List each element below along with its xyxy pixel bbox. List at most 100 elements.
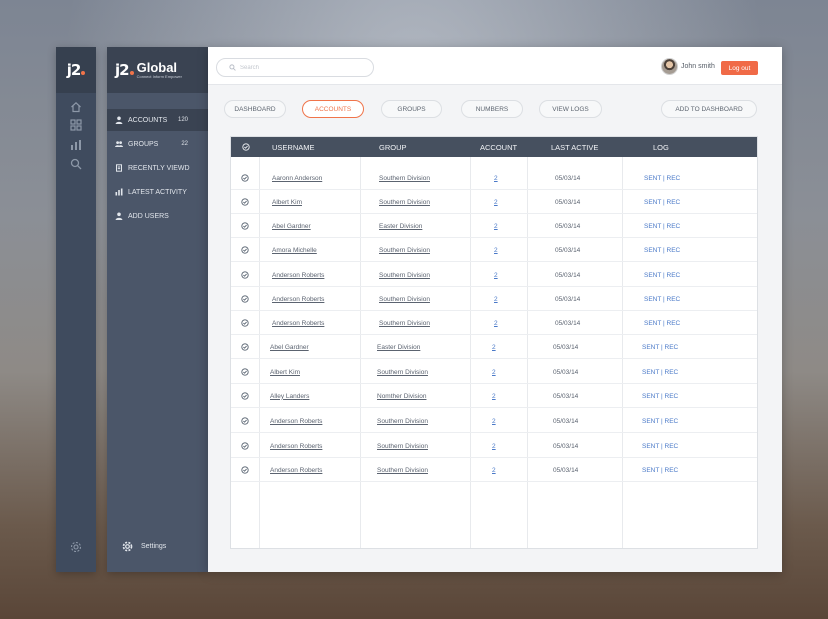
table-row[interactable]: Albert Kim Southern Division 2 05/03/14 SENT… <box>231 360 757 384</box>
group-link[interactable]: Easter Division <box>379 214 422 238</box>
column-header-log[interactable]: LOG <box>653 137 669 157</box>
username-link[interactable]: Anderson Roberts <box>272 287 324 311</box>
log-link[interactable]: SENT | REC <box>644 287 680 311</box>
rail-logo[interactable]: j2 <box>56 47 96 93</box>
row-checkbox[interactable] <box>241 335 249 359</box>
account-link[interactable]: 2 <box>492 458 496 482</box>
group-link[interactable]: Southern Division <box>377 409 428 433</box>
table-row[interactable]: Abel Gardner Easter Division 2 05/03/14 SENT… <box>231 335 757 359</box>
group-link[interactable]: Southern Division <box>379 238 430 262</box>
log-link[interactable]: SENT | REC <box>644 190 680 214</box>
table-row[interactable]: Anderson Roberts Southern Division 2 05/03/… <box>231 311 757 335</box>
table-row[interactable]: Anderson Roberts Southern Division 2 05/03/… <box>231 287 757 311</box>
bar-chart-icon[interactable] <box>68 137 84 153</box>
username-link[interactable]: Albert Kim <box>272 190 302 214</box>
home-icon[interactable] <box>68 99 84 115</box>
account-link[interactable]: 2 <box>492 384 496 408</box>
sidebar-item-accounts[interactable]: ACCOUNTS 120 <box>107 109 208 131</box>
avatar[interactable] <box>661 58 678 75</box>
row-checkbox[interactable] <box>241 311 249 335</box>
account-link[interactable]: 2 <box>492 409 496 433</box>
username-link[interactable]: Alley Landers <box>270 384 309 408</box>
row-checkbox[interactable] <box>241 409 249 433</box>
column-header-account[interactable]: ACCOUNT <box>480 137 517 157</box>
group-link[interactable]: Southern Division <box>377 458 428 482</box>
log-link[interactable]: SENT | REC <box>644 166 680 190</box>
row-checkbox[interactable] <box>241 384 249 408</box>
tab-numbers[interactable]: NUMBERS <box>461 100 523 118</box>
table-row[interactable]: Abel Gardner Easter Division 2 05/03/14 SENT… <box>231 214 757 238</box>
account-link[interactable]: 2 <box>494 287 498 311</box>
account-link[interactable]: 2 <box>494 214 498 238</box>
table-row[interactable]: Anderson Roberts Southern Division 2 05/03/… <box>231 458 757 482</box>
select-all-checkbox[interactable] <box>242 137 250 157</box>
log-link[interactable]: SENT | REC <box>642 434 678 458</box>
row-checkbox[interactable] <box>241 238 249 262</box>
search-icon[interactable] <box>68 156 84 172</box>
sidebar-item-add-users[interactable]: ADD USERS <box>107 205 208 227</box>
table-row[interactable]: Anderson Roberts Southern Division 2 05/03/… <box>231 409 757 433</box>
username-link[interactable]: Albert Kim <box>270 360 300 384</box>
gear-icon[interactable] <box>68 539 84 555</box>
row-checkbox[interactable] <box>241 263 249 287</box>
column-header-username[interactable]: USERNAME <box>272 137 315 157</box>
group-link[interactable]: Southern Division <box>377 434 428 458</box>
username-link[interactable]: Anderson Roberts <box>270 434 322 458</box>
row-checkbox[interactable] <box>241 360 249 384</box>
grid-icon[interactable] <box>68 117 84 133</box>
group-link[interactable]: Southern Division <box>379 190 430 214</box>
log-link[interactable]: SENT | REC <box>642 335 678 359</box>
account-link[interactable]: 2 <box>494 263 498 287</box>
table-row[interactable]: Anderson Roberts Southern Division 2 05/03/… <box>231 434 757 458</box>
account-link[interactable]: 2 <box>492 360 496 384</box>
username-link[interactable]: Anderson Roberts <box>272 263 324 287</box>
column-header-group[interactable]: GROUP <box>379 137 407 157</box>
column-header-last-active[interactable]: LAST ACTIVE <box>551 137 598 157</box>
username-link[interactable]: Abel Gardner <box>272 214 311 238</box>
row-checkbox[interactable] <box>241 190 249 214</box>
group-link[interactable]: Southern Division <box>379 287 430 311</box>
username-link[interactable]: Abel Gardner <box>270 335 309 359</box>
account-link[interactable]: 2 <box>492 434 496 458</box>
username-link[interactable]: Amora Michelle <box>272 238 317 262</box>
group-link[interactable]: Southern Division <box>379 263 430 287</box>
username-link[interactable]: Anderson Roberts <box>272 311 324 335</box>
settings-button[interactable]: Settings <box>122 541 166 552</box>
log-link[interactable]: SENT | REC <box>642 409 678 433</box>
row-checkbox[interactable] <box>241 287 249 311</box>
account-link[interactable]: 2 <box>494 166 498 190</box>
sidebar-item-recently-viewed[interactable]: RECENTLY VIEWD <box>107 157 208 179</box>
row-checkbox[interactable] <box>241 166 249 190</box>
group-link[interactable]: Easter Division <box>377 335 420 359</box>
table-row[interactable]: Anderson Roberts Southern Division 2 05/03/… <box>231 263 757 287</box>
row-checkbox[interactable] <box>241 458 249 482</box>
log-link[interactable]: SENT | REC <box>644 214 680 238</box>
tab-accounts[interactable]: ACCOUNTS <box>302 100 364 118</box>
group-link[interactable]: Southern Division <box>377 360 428 384</box>
search-input[interactable] <box>240 64 360 71</box>
table-row[interactable]: Albert Kim Southern Division 2 05/03/14 SENT… <box>231 190 757 214</box>
table-row[interactable]: Amora Michelle Southern Division 2 05/03/14… <box>231 238 757 262</box>
row-checkbox[interactable] <box>241 434 249 458</box>
group-link[interactable]: Southern Division <box>379 166 430 190</box>
row-checkbox[interactable] <box>241 214 249 238</box>
log-link[interactable]: SENT | REC <box>644 238 680 262</box>
table-row[interactable]: Alley Landers Nomther Division 2 05/03/14 SE… <box>231 384 757 408</box>
account-link[interactable]: 2 <box>494 238 498 262</box>
logout-button[interactable]: Log out <box>721 61 758 75</box>
log-link[interactable]: SENT | REC <box>644 311 680 335</box>
tab-dashboard[interactable]: DASHBOARD <box>224 100 286 118</box>
tab-groups[interactable]: GROUPS <box>381 100 442 118</box>
sidebar-item-groups[interactable]: GROUPS 22 <box>107 133 208 155</box>
account-link[interactable]: 2 <box>494 311 498 335</box>
add-to-dashboard-button[interactable]: ADD TO DASHBOARD <box>661 100 757 118</box>
username-link[interactable]: Anderson Roberts <box>270 409 322 433</box>
sidebar-item-latest-activity[interactable]: LATEST ACTIVITY <box>107 181 208 203</box>
account-link[interactable]: 2 <box>492 335 496 359</box>
table-row[interactable]: Aaronn Anderson Southern Division 2 05/03/1… <box>231 166 757 190</box>
log-link[interactable]: SENT | REC <box>642 384 678 408</box>
search-box[interactable] <box>216 58 374 77</box>
log-link[interactable]: SENT | REC <box>642 360 678 384</box>
group-link[interactable]: Southern Division <box>379 311 430 335</box>
log-link[interactable]: SENT | REC <box>644 263 680 287</box>
